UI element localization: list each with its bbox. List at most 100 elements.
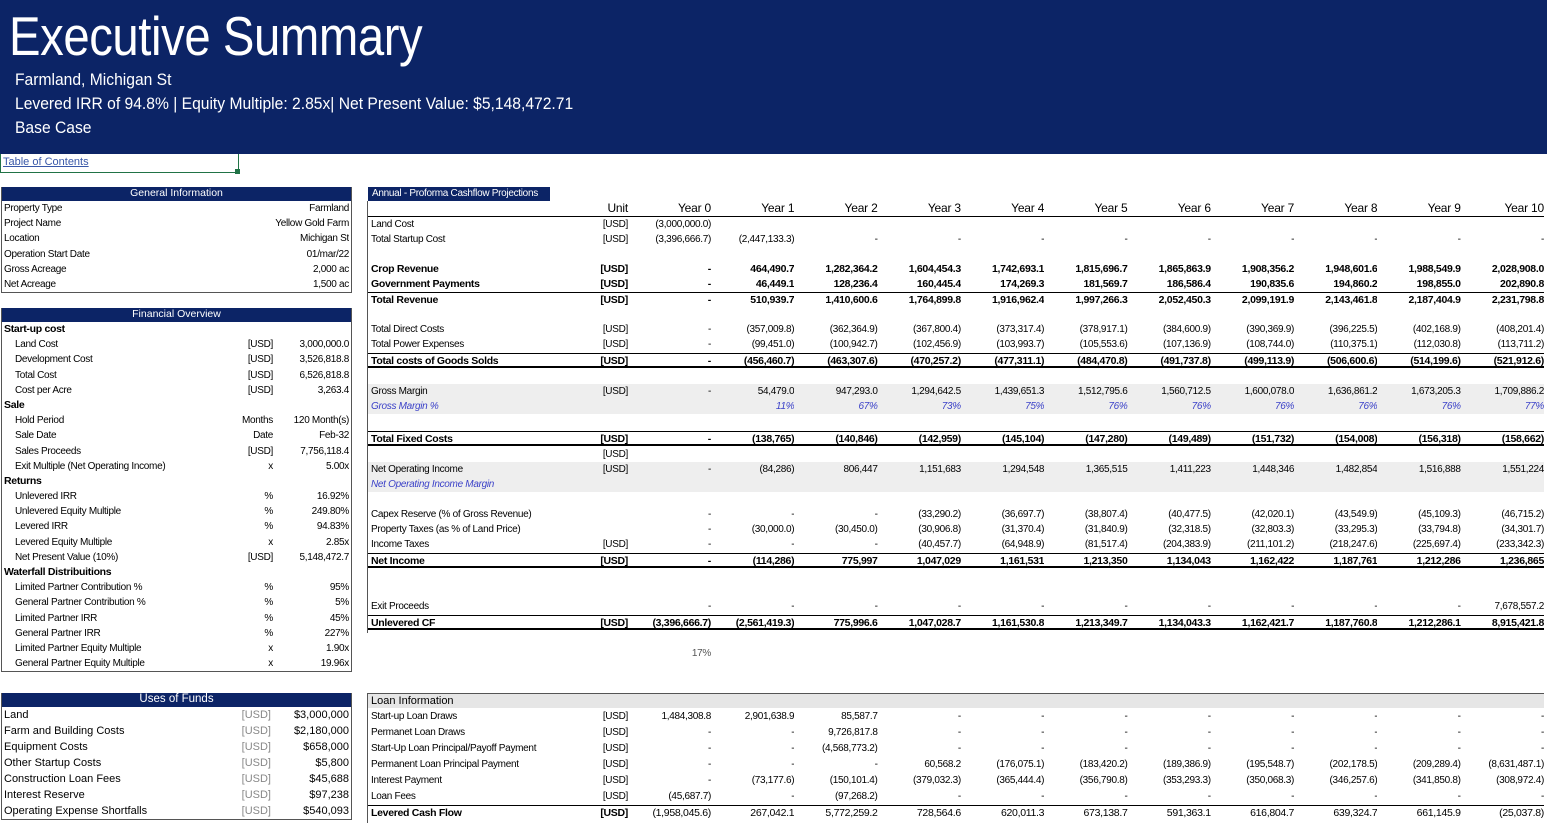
table-of-contents-link[interactable]: Table of Contents bbox=[3, 156, 89, 168]
row-label: Net Operating Income bbox=[371, 464, 463, 475]
row-unit: x bbox=[268, 658, 273, 670]
year-value: - bbox=[707, 324, 711, 335]
year-value: (373,317.4) bbox=[996, 324, 1045, 335]
year-value: 1,213,350 bbox=[1083, 555, 1128, 567]
cashflow-row: Gross Margin % 11% 67% 73% 75% 76% 76% 76% 76% 76… bbox=[368, 399, 1544, 414]
cashflow-row: Total Fixed Costs [USD] - (138,765) (140,846… bbox=[368, 431, 1544, 446]
year-value: 46,449.1 bbox=[755, 278, 795, 290]
year-value: - bbox=[1374, 234, 1378, 245]
year-value: - bbox=[1457, 743, 1461, 754]
year-value: (506,600.6) bbox=[1326, 355, 1378, 367]
cell-fill-handle[interactable] bbox=[235, 169, 240, 174]
cashflow-row: Gross Margin [USD] - 54,479.0 947,293.0 1,294… bbox=[368, 384, 1544, 399]
year-value: 464,490.7 bbox=[750, 263, 795, 275]
year-value: - bbox=[707, 355, 711, 367]
table-row: Sale bbox=[2, 398, 351, 413]
year-value: 1,187,761 bbox=[1333, 555, 1378, 567]
row-label: Other Startup Costs bbox=[4, 757, 102, 769]
row-value: 2,000 ac bbox=[313, 263, 349, 275]
year-value: - bbox=[707, 555, 711, 567]
year-value: - bbox=[1041, 743, 1045, 754]
year-value: - bbox=[707, 464, 711, 475]
year-value: (365,444.4) bbox=[996, 775, 1045, 786]
year-value: (31,370.4) bbox=[1001, 524, 1045, 535]
cashflow-row: Total Revenue [USD] - 510,939.7 1,410,600.6 1… bbox=[368, 292, 1544, 307]
row-value: Yellow Gold Farm bbox=[275, 218, 349, 230]
year-value: - bbox=[1124, 711, 1128, 722]
row-unit: [USD] bbox=[600, 617, 628, 629]
year-value: 2,901,638.9 bbox=[744, 711, 795, 722]
row-value: $97,238 bbox=[309, 789, 349, 801]
cashflow-row: Net Operating Income Margin bbox=[368, 477, 1544, 492]
row-label: Limited Partner Contribution % bbox=[15, 582, 143, 594]
year-value: 775,997 bbox=[841, 555, 878, 567]
row-value: 5,148,472.7 bbox=[299, 551, 349, 563]
year-value: - bbox=[707, 524, 711, 535]
year-value: - bbox=[1374, 711, 1378, 722]
row-value: $45,688 bbox=[309, 773, 349, 785]
year-header: Year 7 bbox=[1261, 201, 1295, 215]
year-value: - bbox=[791, 539, 795, 550]
row-unit: [USD] bbox=[241, 757, 271, 769]
loan-row: Interest Payment [USD] - (73,177.6) (150,101… bbox=[368, 773, 1544, 788]
year-value: (99,451.0) bbox=[751, 339, 795, 350]
row-unit: [USD] bbox=[241, 709, 271, 721]
year-value: (4,568,773.2) bbox=[822, 743, 878, 754]
row-unit: [USD] bbox=[602, 464, 628, 475]
row-unit: [USD] bbox=[602, 759, 628, 770]
year-value: 639,324.7 bbox=[1333, 807, 1378, 819]
row-value: 5.00x bbox=[326, 460, 349, 472]
row-label: Levered Cash Flow bbox=[371, 807, 462, 819]
year-value: (484,470.8) bbox=[1077, 355, 1128, 367]
year-value: - bbox=[874, 234, 878, 245]
row-label: Total Startup Cost bbox=[371, 234, 446, 245]
year-value: (32,803.3) bbox=[1251, 524, 1295, 535]
year-value: - bbox=[1374, 727, 1378, 738]
year-value: 1,365,515 bbox=[1085, 464, 1128, 475]
row-unit: % bbox=[264, 491, 273, 503]
table-row: Equipment Costs [USD] $658,000 bbox=[2, 739, 351, 755]
year-value: 128,236.4 bbox=[833, 278, 878, 290]
cashflow-row: Total Power Expenses [USD] - (99,451.0) (100… bbox=[368, 337, 1544, 352]
year-value: (202,178.5) bbox=[1329, 759, 1378, 770]
table-row: Total Cost [USD] 6,526,818.8 bbox=[2, 368, 351, 383]
year-value: (100,942.7) bbox=[829, 339, 878, 350]
year-value: (158,662) bbox=[1501, 433, 1544, 445]
table-row: Sales Proceeds [USD] 7,756,118.4 bbox=[2, 444, 351, 459]
year-value: 76% bbox=[1108, 401, 1128, 412]
row-unit: [USD] bbox=[247, 369, 273, 381]
year-value: 186,586.4 bbox=[1166, 278, 1211, 290]
table-row: Limited Partner Contribution %% 95% bbox=[2, 580, 351, 595]
loan-left-border bbox=[367, 693, 368, 823]
year-value: 1,162,422 bbox=[1250, 555, 1295, 567]
row-label: Capex Reserve (% of Gross Revenue) bbox=[371, 509, 532, 520]
year-value: (456,460.7) bbox=[743, 355, 795, 367]
year-header: Year 1 bbox=[761, 201, 795, 215]
year-header-row: Unit Year 0 Year 1 Year 2 Year 3 Year 4 Year 5… bbox=[368, 201, 1544, 216]
row-unit: % bbox=[264, 597, 273, 609]
year-value: - bbox=[791, 509, 795, 520]
year-value: (107,136.9) bbox=[1162, 339, 1211, 350]
table-row: Limited Partner IRR% 45% bbox=[2, 611, 351, 626]
row-unit: [USD] bbox=[602, 339, 628, 350]
year-value: 77% bbox=[1524, 401, 1544, 412]
row-value: 3,263.4 bbox=[317, 384, 349, 396]
year-value: 1,815,696.7 bbox=[1075, 263, 1128, 275]
year-value: - bbox=[1207, 601, 1211, 612]
year-value: (362,364.9) bbox=[829, 324, 878, 335]
row-value: 6,526,818.8 bbox=[299, 369, 349, 381]
year-value: - bbox=[1291, 743, 1295, 754]
year-value: 1,047,029 bbox=[916, 555, 961, 567]
year-value: - bbox=[707, 386, 711, 397]
row-label: Total Direct Costs bbox=[371, 324, 444, 335]
year-value: - bbox=[1374, 791, 1378, 802]
row-label: Property Type bbox=[4, 203, 63, 214]
year-value: (225,697.4) bbox=[1412, 539, 1461, 550]
row-label: Unlevered CF bbox=[371, 617, 436, 629]
year-value: (384,600.9) bbox=[1162, 324, 1211, 335]
table-row: Cost per Acre [USD] 3,263.4 bbox=[2, 383, 351, 398]
row-value: 3,526,818.8 bbox=[299, 354, 349, 366]
row-unit: [USD] bbox=[602, 775, 628, 786]
year-value: 591,363.1 bbox=[1166, 807, 1211, 819]
row-label: Land Cost bbox=[371, 219, 414, 230]
